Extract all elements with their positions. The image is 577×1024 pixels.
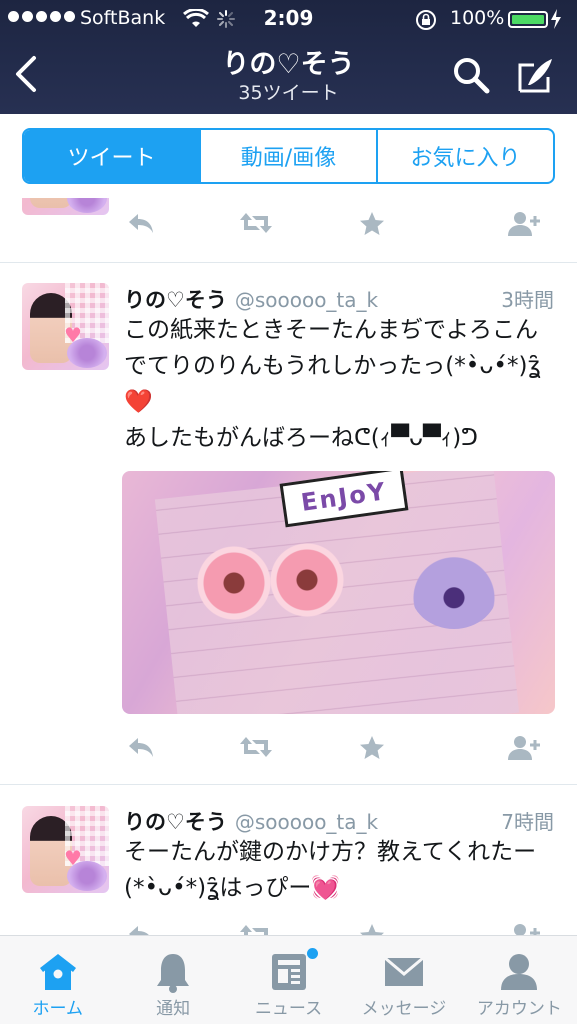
battery-icon xyxy=(508,11,548,28)
reply-icon[interactable] xyxy=(126,734,156,760)
tweet-author-handle[interactable]: @sooooo_ta_k xyxy=(235,288,378,312)
follow-user-icon[interactable] xyxy=(506,734,542,762)
reply-icon[interactable] xyxy=(126,922,156,935)
status-bar: SoftBank 2:09 100% xyxy=(0,0,577,38)
tweet-author-name[interactable]: りの♡そう xyxy=(124,810,227,834)
profile-segmented-control: ツイート 動画/画像 お気に入り xyxy=(22,128,555,184)
tweet-header: りの♡そう @sooooo_ta_k 7時間 xyxy=(124,806,554,834)
tab-notifications[interactable]: 通知 xyxy=(115,936,230,1024)
tweet-header: りの♡そう @sooooo_ta_k 3時間 xyxy=(124,284,554,312)
tweet-media-image[interactable]: EnJoY xyxy=(122,471,555,714)
avatar[interactable]: ♥ xyxy=(22,283,109,370)
divider xyxy=(0,262,577,263)
favorite-star-icon[interactable] xyxy=(358,210,386,238)
tab-label: 通知 xyxy=(156,999,191,1019)
tab-home[interactable]: ホーム xyxy=(0,936,115,1024)
tweet-timestamp: 3時間 xyxy=(501,288,554,312)
tweet-timestamp: 7時間 xyxy=(501,810,554,834)
favorite-star-icon[interactable] xyxy=(358,922,386,935)
tweet-actions xyxy=(122,210,552,244)
search-icon[interactable] xyxy=(451,55,491,95)
retweet-icon[interactable] xyxy=(238,210,274,236)
tweet-actions xyxy=(122,734,552,768)
tweet-actions xyxy=(122,922,552,935)
bell-icon xyxy=(157,954,190,993)
rotation-lock-icon xyxy=(416,10,436,30)
follow-user-icon[interactable] xyxy=(506,210,542,238)
envelope-icon xyxy=(383,956,424,986)
news-icon xyxy=(271,954,306,990)
tab-label: ニュース xyxy=(254,999,323,1019)
segment-favorites[interactable]: お気に入り xyxy=(376,130,553,182)
bottom-tab-bar: ホーム 通知 ニュース メッセージ アカウント xyxy=(0,935,577,1024)
retweet-icon[interactable] xyxy=(238,734,274,760)
follow-user-icon[interactable] xyxy=(506,922,542,935)
tweet-feed[interactable]: ♥ りの♡そう @sooooo_ta_k 3時間 この紙来たときそーたんまぢでよろ… xyxy=(0,198,577,935)
reply-icon[interactable] xyxy=(126,210,156,236)
tweet-author-name[interactable]: りの♡そう xyxy=(124,288,227,312)
favorite-star-icon[interactable] xyxy=(358,734,386,762)
avatar[interactable] xyxy=(22,198,109,215)
tweet-author-handle[interactable]: @sooooo_ta_k xyxy=(235,810,378,834)
segment-tweets[interactable]: ツイート xyxy=(24,130,199,182)
news-badge xyxy=(307,948,319,959)
tab-messages[interactable]: メッセージ xyxy=(346,936,461,1024)
person-icon xyxy=(501,954,538,990)
retweet-icon[interactable] xyxy=(238,922,274,935)
tab-label: アカウント xyxy=(476,999,562,1019)
tab-account[interactable]: アカウント xyxy=(462,936,577,1024)
tab-label: ホーム xyxy=(32,999,83,1019)
tweet-text: この紙来たときそーたんまぢでよろこんでてりのりんもうれしかったっ(*•̀ᴗ•́*… xyxy=(124,317,541,451)
charging-bolt-icon xyxy=(551,9,561,29)
home-icon xyxy=(39,954,76,990)
tweet-text: そーたんが鍵のかけ方？教えてくれたー(*•̀ᴗ•́*)ʓ̑̑はっぴー💓 xyxy=(124,839,537,901)
compose-tweet-icon[interactable] xyxy=(516,55,556,95)
avatar[interactable]: ♥ xyxy=(22,806,109,893)
tab-label: メッセージ xyxy=(361,999,447,1019)
battery-percent: 100% xyxy=(450,7,505,29)
divider xyxy=(0,784,577,785)
segment-media[interactable]: 動画/画像 xyxy=(199,130,376,182)
tab-news[interactable]: ニュース xyxy=(231,936,346,1024)
navigation-header: SoftBank 2:09 100% りの♡そう 35ツイート xyxy=(0,0,577,114)
